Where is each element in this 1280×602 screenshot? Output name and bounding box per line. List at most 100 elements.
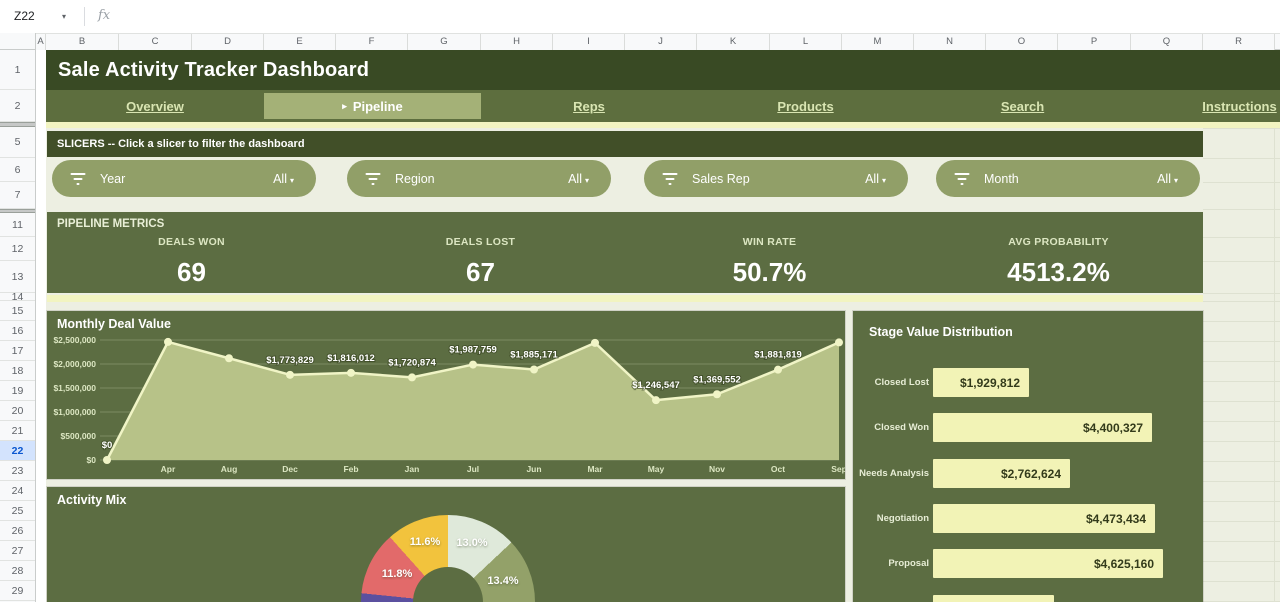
tab-products[interactable]: Products [697, 90, 914, 122]
slicer-sales-rep[interactable]: Sales RepAll▾ [644, 160, 908, 197]
row-header-7[interactable]: 7 [0, 182, 35, 209]
bar-category-label: Closed Won [853, 413, 929, 442]
tab-search[interactable]: Search [914, 90, 1131, 122]
slicers-section-header: SLICERS -- Click a slicer to filter the … [47, 131, 1203, 157]
tab-instructions[interactable]: Instructions [1131, 90, 1280, 122]
area-chart-canvas: $2,500,000 $2,000,000 $1,500,000 $1,000,000… [47, 311, 845, 479]
svg-text:Aug: Aug [221, 464, 238, 474]
name-box[interactable]: Z22 ▾ [0, 0, 84, 33]
column-header-C[interactable]: C [119, 34, 192, 50]
column-header-B[interactable]: B [46, 34, 119, 50]
slicer-value-dropdown[interactable]: All▾ [1157, 172, 1178, 186]
slicer-label: Region [395, 172, 435, 186]
gridline [1203, 521, 1280, 522]
row-header-5[interactable]: 5 [0, 127, 35, 158]
bar-row: Closed Won$4,400,327 [853, 413, 1203, 442]
row-header-28[interactable]: 28 [0, 561, 35, 581]
bar-row: Needs Analysis$2,762,624 [853, 459, 1203, 488]
gridline [1203, 301, 1280, 302]
row-header-26[interactable]: 26 [0, 521, 35, 541]
svg-text:$1,500,000: $1,500,000 [53, 383, 96, 393]
tab-overview[interactable]: Overview [46, 90, 264, 122]
gridline [1203, 401, 1280, 402]
bar: $4,473,434 [933, 504, 1155, 533]
row-header-12[interactable]: 12 [0, 237, 35, 261]
svg-text:$0: $0 [102, 440, 113, 451]
slicer-year[interactable]: Year All▾ [52, 160, 316, 197]
gridline [1203, 261, 1280, 262]
column-header-D[interactable]: D [192, 34, 264, 50]
row-header-24[interactable]: 24 [0, 481, 35, 501]
column-header-H[interactable]: H [481, 34, 553, 50]
row-header-19[interactable]: 19 [0, 381, 35, 401]
column-header-P[interactable]: P [1058, 34, 1131, 50]
chart-title: Activity Mix [57, 493, 126, 507]
column-header-E[interactable]: E [264, 34, 336, 50]
row-header-21[interactable]: 21 [0, 421, 35, 441]
svg-text:Feb: Feb [343, 464, 358, 474]
tab-label: Search [1001, 99, 1044, 114]
activity-mix-chart[interactable]: Activity Mix 13.0%13.4%11.6%11.8% [47, 487, 845, 602]
slicer-region[interactable]: Region All▾ [347, 160, 611, 197]
row-header-13[interactable]: 13 [0, 261, 35, 293]
column-header-J[interactable]: J [625, 34, 697, 50]
tab-label: Instructions [1202, 99, 1276, 114]
column-header-I[interactable]: I [553, 34, 625, 50]
svg-text:$2,000,000: $2,000,000 [53, 359, 96, 369]
column-header-A[interactable]: A [36, 34, 46, 50]
column-header-R[interactable]: R [1203, 34, 1275, 50]
divider [84, 7, 85, 26]
slicer-value-dropdown[interactable]: All▾ [568, 172, 589, 186]
bar: $4,400,327 [933, 413, 1152, 442]
tab-pipeline[interactable]: ▸Pipeline [264, 93, 481, 119]
name-box-caret-icon[interactable]: ▾ [62, 12, 66, 21]
tab-label: Overview [126, 99, 184, 114]
svg-text:$2,500,000: $2,500,000 [53, 335, 96, 345]
slicer-month[interactable]: MonthAll▾ [936, 160, 1200, 197]
row-header-2[interactable]: 2 [0, 90, 35, 122]
slicer-label: Year [100, 172, 125, 186]
column-header-G[interactable]: G [408, 34, 481, 50]
column-header-F[interactable]: F [336, 34, 408, 50]
row-header-15[interactable]: 15 [0, 301, 35, 321]
column-header-K[interactable]: K [697, 34, 770, 50]
monthly-deal-value-chart[interactable]: $2,500,000 $2,000,000 $1,500,000 $1,000,000… [47, 311, 845, 479]
row-header-25[interactable]: 25 [0, 501, 35, 521]
fx-icon[interactable]: fx [98, 8, 110, 23]
column-header-M[interactable]: M [842, 34, 914, 50]
row-header-11[interactable]: 11 [0, 213, 35, 237]
row-header-17[interactable]: 17 [0, 341, 35, 361]
row-header-14[interactable]: 14 [0, 293, 35, 301]
row-header-6[interactable]: 6 [0, 158, 35, 182]
pie-slice-label: 11.6% [410, 536, 441, 548]
row-header-18[interactable]: 18 [0, 361, 35, 381]
tab-reps[interactable]: Reps [481, 90, 697, 122]
row-header-23[interactable]: 23 [0, 461, 35, 481]
row-header-27[interactable]: 27 [0, 541, 35, 561]
column-header-N[interactable]: N [914, 34, 986, 50]
metric-label: AVG PROBABILITY [914, 236, 1203, 248]
row-header-20[interactable]: 20 [0, 401, 35, 421]
row-header-16[interactable]: 16 [0, 321, 35, 341]
gridline [1203, 128, 1280, 129]
metric-win-rate: WIN RATE50.7% [625, 236, 914, 288]
column-header-L[interactable]: L [770, 34, 842, 50]
row-header-22[interactable]: 22 [0, 441, 35, 461]
svg-text:$1,816,012: $1,816,012 [327, 353, 375, 364]
select-all-corner[interactable] [0, 33, 36, 50]
stage-value-distribution-chart[interactable]: Stage Value Distribution Closed Lost$1,9… [853, 311, 1203, 602]
column-header-O[interactable]: O [986, 34, 1058, 50]
row-header-1[interactable]: 1 [0, 50, 35, 90]
metric-label: DEALS WON [47, 236, 336, 248]
slicer-value-dropdown[interactable]: All▾ [865, 172, 886, 186]
pipeline-metrics-panel: PIPELINE METRICS DEALS WON69DEALS LOST67… [47, 212, 1203, 293]
formula-bar: Z22 ▾ fx [0, 0, 1280, 33]
svg-text:Mar: Mar [587, 464, 603, 474]
svg-text:Apr: Apr [161, 464, 176, 474]
filter-icon [365, 173, 381, 185]
metric-deals-won: DEALS WON69 [47, 236, 336, 288]
row-header-29[interactable]: 29 [0, 581, 35, 601]
column-header-Q[interactable]: Q [1131, 34, 1203, 50]
slicer-value-dropdown[interactable]: All▾ [273, 172, 294, 186]
svg-text:$1,000,000: $1,000,000 [53, 407, 96, 417]
